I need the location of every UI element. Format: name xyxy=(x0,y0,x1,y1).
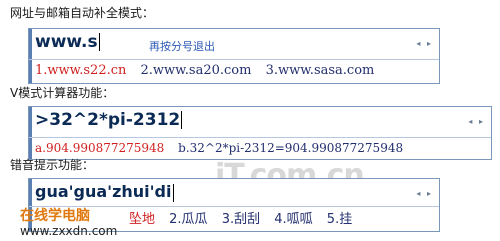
candidate-item[interactable]: 3.www.sasa.com xyxy=(266,63,375,78)
candidate-item[interactable]: 3.刮刮 xyxy=(222,212,260,227)
ime-composition-input[interactable]: gua'gua'zhui'di xyxy=(35,182,174,202)
ime-panel-autocomplete: www.s 再按分号退出 ◂ ▸ 1.www.s22.cn 2.www.sa20… xyxy=(28,28,440,84)
ime-composition-input[interactable]: www.s xyxy=(35,32,100,52)
candidate-item[interactable]: 5.挂 xyxy=(327,212,352,227)
candidate-item[interactable]: 坠地 xyxy=(129,212,155,227)
page-arrows-icon[interactable]: ◂ ▸ xyxy=(416,189,433,198)
ime-input-row: >32^2*pi-2312 ◂ ▸ xyxy=(29,107,491,138)
candidate-list: 坠地 2.瓜瓜 3.刮刮 4.呱呱 5.挂 xyxy=(129,208,362,227)
section-heading-typo: 错音提示功能： xyxy=(10,158,95,172)
text-caret xyxy=(172,183,174,202)
candidate-item[interactable]: b.32^2*pi-2312=904.990877275948 xyxy=(178,141,403,155)
ime-input-row: www.s 再按分号退出 ◂ ▸ xyxy=(29,29,439,60)
brand-text: 在线学电脑 xyxy=(20,208,90,224)
text-caret xyxy=(181,111,183,129)
candidate-item[interactable]: 4.呱呱 xyxy=(274,212,312,227)
candidate-list: 1.www.s22.cn 2.www.sa20.com 3.www.sasa.c… xyxy=(35,63,384,78)
ime-hint: 再按分号退出 xyxy=(149,40,215,53)
site-url: www.zxxdn.com xyxy=(20,224,118,238)
candidate-item[interactable]: 2.www.sa20.com xyxy=(141,63,252,78)
candidate-item[interactable]: 1.www.s22.cn xyxy=(35,63,126,78)
ime-input-row: gua'gua'zhui'di ◂ ▸ xyxy=(29,179,439,207)
ime-panel-calculator: >32^2*pi-2312 ◂ ▸ a.904.990877275948 b.3… xyxy=(28,106,492,160)
candidate-item[interactable]: a.904.990877275948 xyxy=(35,141,164,155)
ime-composition-input[interactable]: >32^2*pi-2312 xyxy=(35,110,183,130)
candidate-list: a.904.990877275948 b.32^2*pi-2312=904.99… xyxy=(35,141,413,155)
section-heading-autocomplete: 网址与邮箱自动补全模式： xyxy=(10,6,155,20)
page-arrows-icon[interactable]: ◂ ▸ xyxy=(468,117,485,126)
candidate-item[interactable]: 2.瓜瓜 xyxy=(169,212,207,227)
page-arrows-icon[interactable]: ◂ ▸ xyxy=(416,39,433,48)
text-caret xyxy=(98,33,100,51)
section-heading-calculator: V模式计算器功能： xyxy=(10,86,115,100)
